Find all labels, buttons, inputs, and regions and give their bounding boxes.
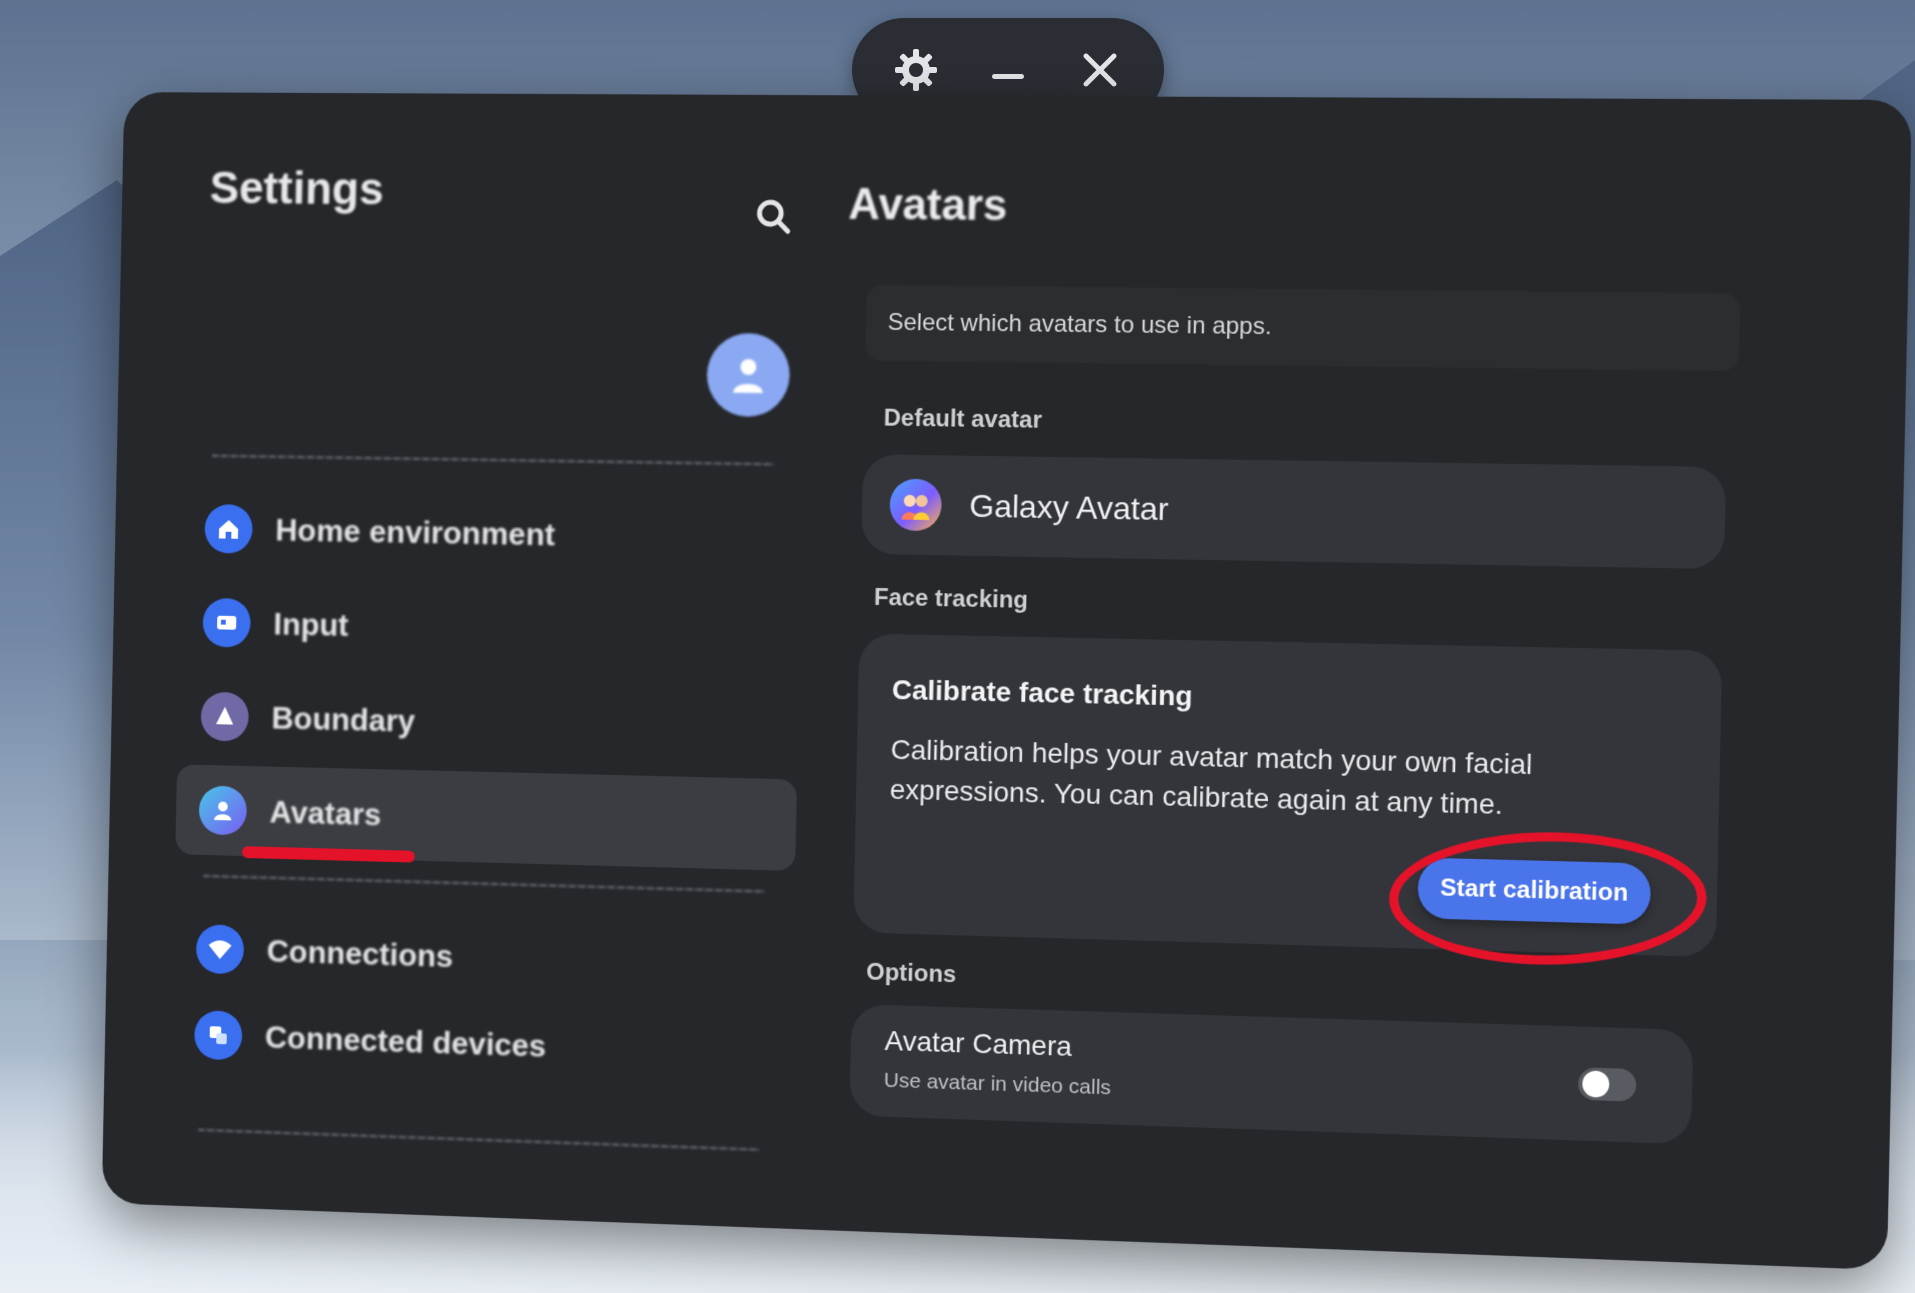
sidebar-title: Settings: [209, 161, 385, 215]
sidebar-item-label: Avatars: [269, 793, 382, 832]
content-area: Avatars Select which avatars to use in a…: [827, 95, 1912, 1270]
sidebar-item-connected-devices[interactable]: Connected devices: [171, 989, 793, 1100]
sidebar-item-label: Connections: [266, 932, 454, 974]
section-label-default-avatar: Default avatar: [883, 404, 1043, 434]
close-icon[interactable]: [1068, 38, 1132, 102]
page-description: Select which avatars to use in apps.: [865, 284, 1741, 372]
start-calibration-button[interactable]: Start calibration: [1417, 857, 1652, 925]
wifi-icon: [195, 924, 245, 975]
avatar-icon: [198, 785, 248, 836]
default-avatar-row[interactable]: Galaxy Avatar: [861, 454, 1726, 569]
sidebar-nav: Home environment Input Boundary Avatars: [175, 483, 803, 871]
sidebar-item-input[interactable]: Input: [179, 577, 801, 680]
default-avatar-name: Galaxy Avatar: [969, 487, 1169, 527]
avatar-camera-card: Avatar Camera Use avatar in video calls: [849, 1004, 1694, 1145]
face-tracking-card: Calibrate face tracking Calibration help…: [853, 633, 1723, 966]
sidebar-item-label: Boundary: [271, 699, 416, 739]
sidebar-item-label: Home environment: [275, 511, 556, 552]
galaxy-avatar-icon: [889, 478, 943, 532]
input-icon: [202, 597, 252, 648]
minimize-icon[interactable]: [976, 38, 1040, 102]
user-icon: [733, 358, 763, 394]
default-avatar-card[interactable]: Galaxy Avatar: [861, 454, 1727, 570]
calibrate-description: Calibration helps your avatar match your…: [889, 733, 1533, 821]
toggle-knob: [1582, 1070, 1610, 1098]
page-title: Avatars: [848, 179, 1008, 231]
settings-panel: Settings Home environment Input Boundary…: [101, 92, 1913, 1271]
settings-gear-icon[interactable]: [884, 38, 948, 102]
sidebar-item-boundary[interactable]: Boundary: [177, 671, 799, 776]
boundary-icon: [200, 691, 250, 742]
sidebar-divider: [211, 454, 775, 466]
sidebar-item-label: Connected devices: [264, 1018, 547, 1064]
avatar-camera-toggle[interactable]: [1577, 1067, 1637, 1102]
avatar-camera-title: Avatar Camera: [884, 1024, 1073, 1062]
home-icon: [204, 504, 253, 554]
calibrate-title: Calibrate face tracking: [891, 674, 1193, 712]
avatar-camera-subtitle: Use avatar in video calls: [883, 1068, 1112, 1100]
sidebar-divider: [198, 1128, 760, 1152]
devices-icon: [193, 1010, 243, 1061]
sidebar-divider: [203, 874, 766, 893]
sidebar-item-label: Input: [273, 605, 349, 643]
sidebar-nav-secondary: Connections Connected devices: [174, 903, 794, 1063]
search-icon[interactable]: [749, 192, 797, 240]
section-label-options: Options: [865, 958, 957, 989]
sidebar-item-home-environment[interactable]: Home environment: [181, 483, 803, 584]
sidebar: Settings Home environment Input Boundary…: [102, 92, 821, 1229]
profile-avatar[interactable]: [706, 332, 791, 418]
section-label-face-tracking: Face tracking: [873, 583, 1029, 614]
